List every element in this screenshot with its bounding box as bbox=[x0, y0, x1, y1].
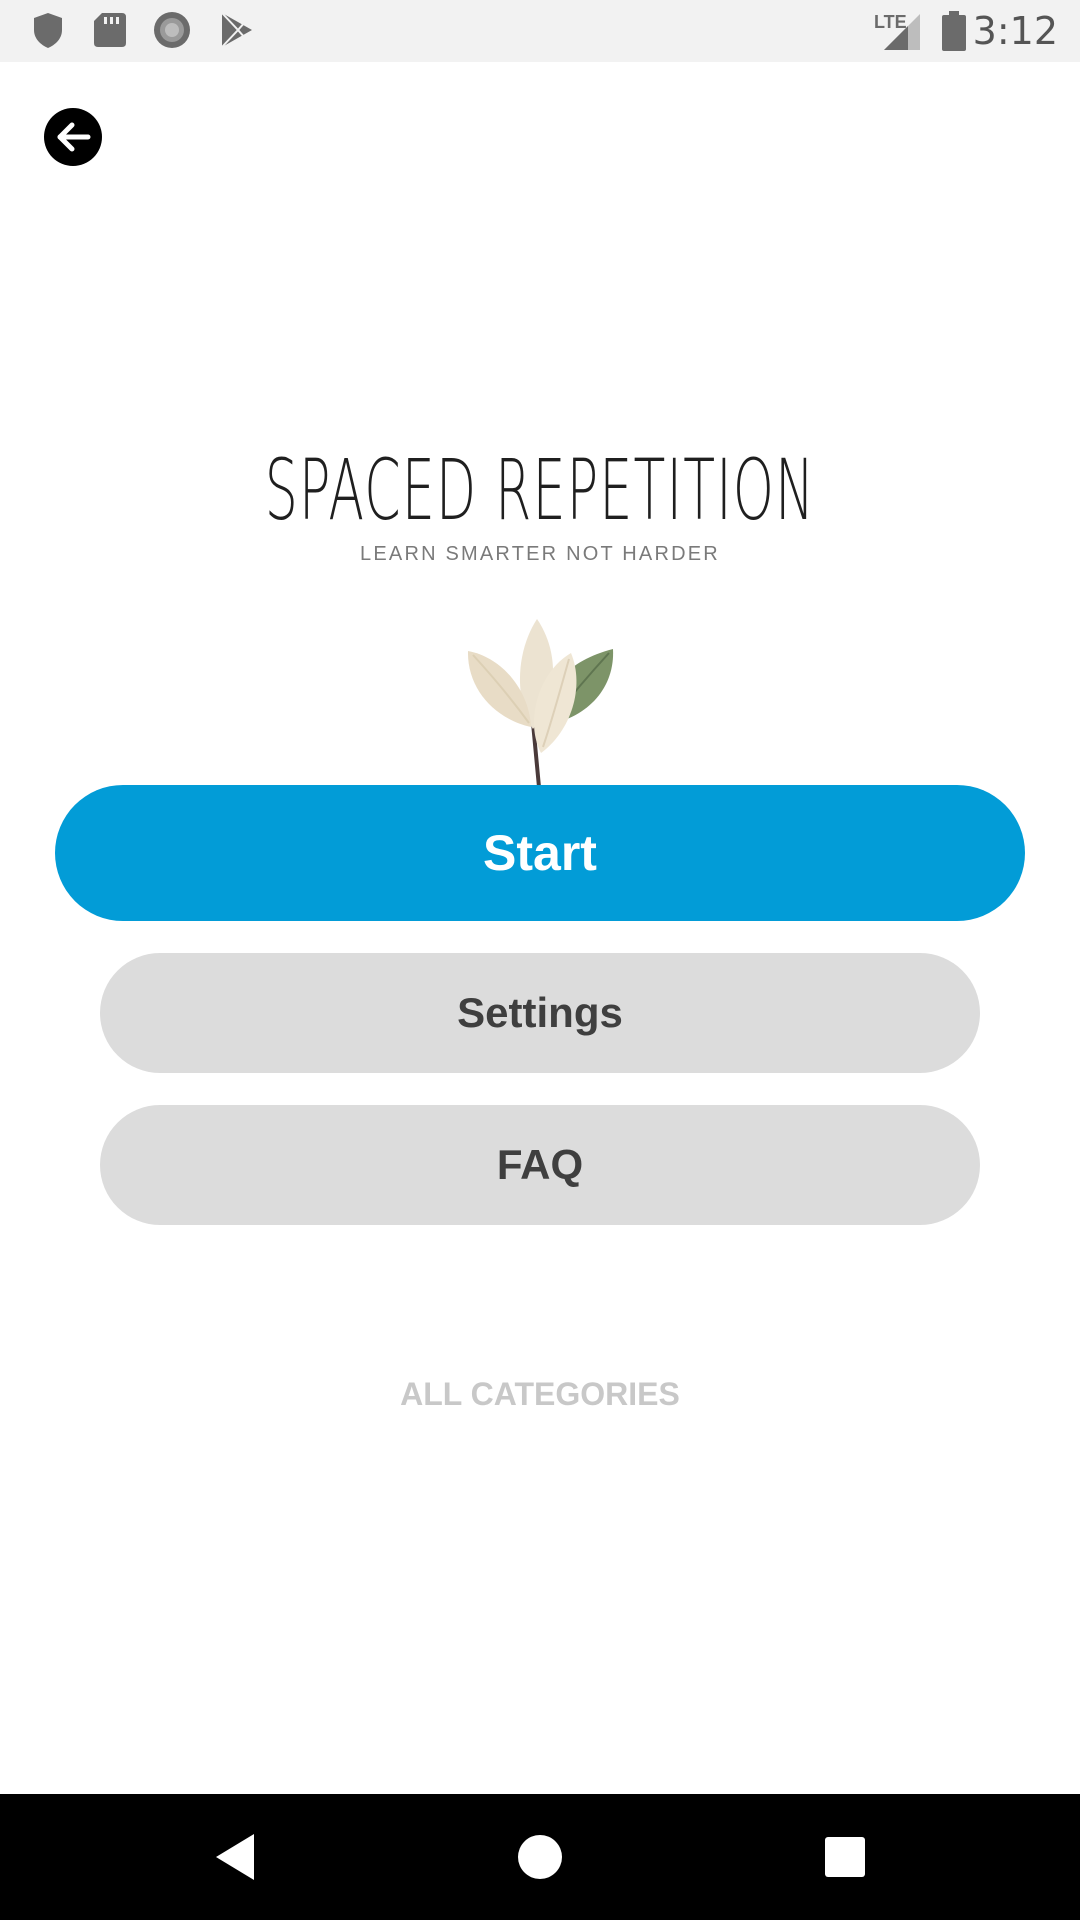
back-triangle-icon[interactable] bbox=[200, 1822, 270, 1892]
shield-icon bbox=[28, 10, 68, 50]
arrow-left-icon bbox=[57, 122, 91, 152]
navigation-bar bbox=[0, 1794, 1080, 1920]
app-screen: LTE 3:12 SPACED REPETITION LEARN SMARTER… bbox=[0, 0, 1080, 1920]
all-categories-link[interactable]: ALL CATEGORIES bbox=[0, 1376, 1080, 1413]
back-button[interactable] bbox=[44, 108, 102, 166]
status-bar: LTE 3:12 bbox=[0, 0, 1080, 62]
settings-button[interactable]: Settings bbox=[100, 953, 980, 1073]
start-button[interactable]: Start bbox=[55, 785, 1025, 921]
app-title: SPACED REPETITION bbox=[264, 441, 816, 539]
faq-button[interactable]: FAQ bbox=[100, 1105, 980, 1225]
record-icon bbox=[152, 10, 192, 50]
status-time: 3:12 bbox=[972, 9, 1058, 53]
app-subtitle: LEARN SMARTER NOT HARDER bbox=[360, 543, 720, 565]
play-store-icon bbox=[216, 10, 256, 50]
battery-icon bbox=[940, 10, 968, 52]
home-circle-icon[interactable] bbox=[505, 1822, 575, 1892]
signal-icon bbox=[882, 10, 922, 52]
plant-logo-icon bbox=[467, 619, 614, 787]
recents-square-icon[interactable] bbox=[810, 1822, 880, 1892]
sd-card-icon bbox=[90, 10, 130, 50]
